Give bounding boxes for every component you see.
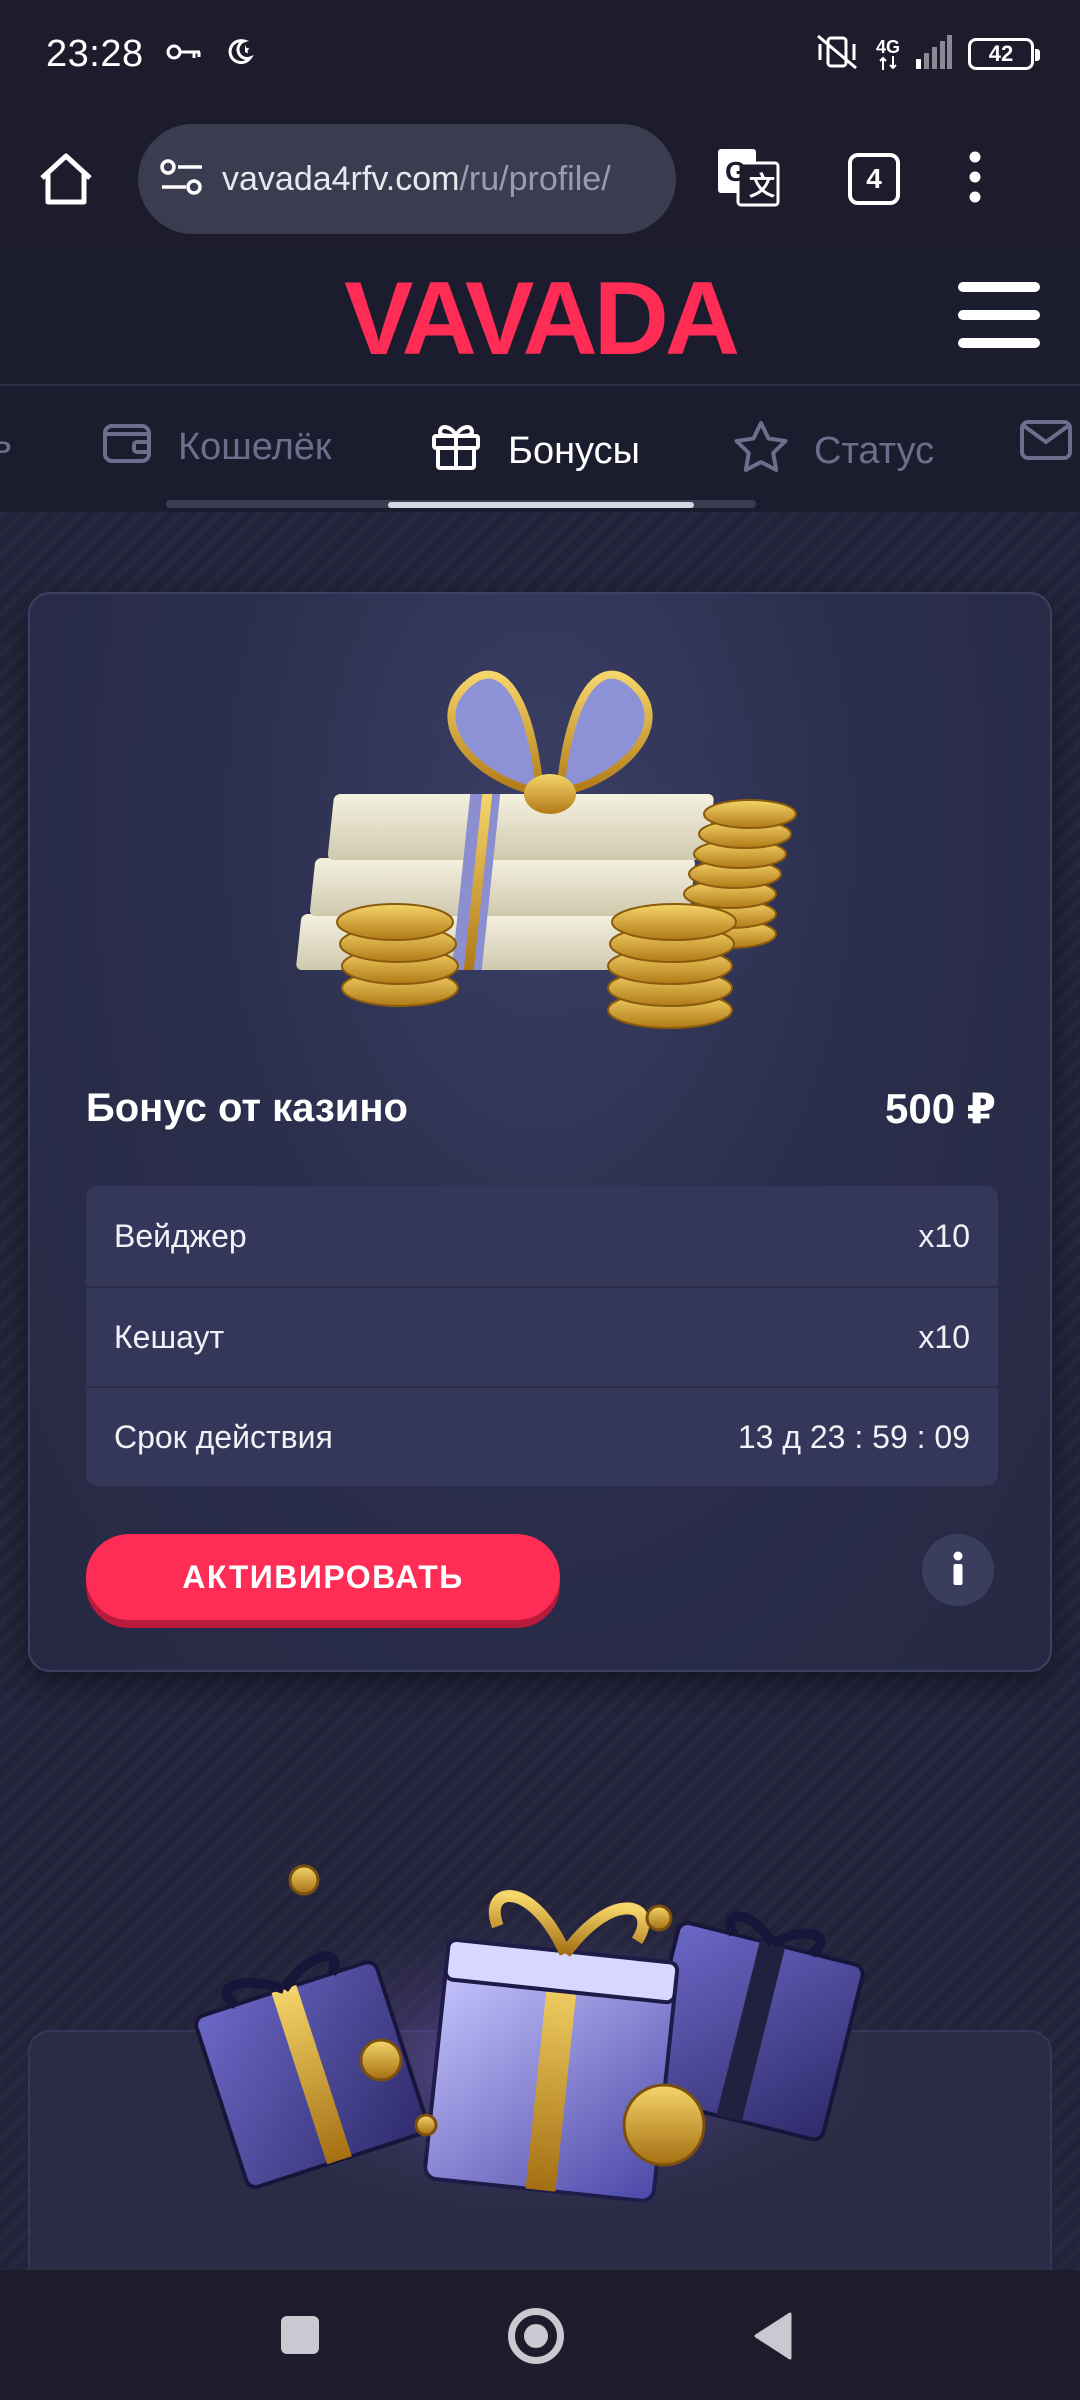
- gift-icon: [430, 420, 482, 482]
- tabs-scrollbar-thumb[interactable]: [388, 502, 694, 508]
- tab-label: Кошелёк: [178, 425, 332, 468]
- svg-text:G: G: [725, 156, 747, 187]
- tab-label: Статус: [814, 429, 935, 472]
- site-settings-icon[interactable]: [160, 157, 204, 202]
- vibrate-off-icon: [814, 32, 860, 77]
- info-icon: [951, 1551, 965, 1590]
- tab-label: ь: [0, 420, 12, 462]
- row-value: x10: [918, 1217, 970, 1254]
- moon-icon: [224, 37, 254, 72]
- url-host: vavada4rfv.com: [222, 159, 460, 198]
- battery-icon: 42: [968, 38, 1040, 70]
- star-icon: [734, 420, 788, 482]
- site-header: VAVADA: [0, 250, 1080, 386]
- bonus-row-expiry: Срок действия 13 д 23 : 59 : 09: [86, 1386, 998, 1486]
- signal-icon: [916, 34, 952, 74]
- url-path: /ru/profile/: [459, 159, 611, 198]
- wallet-icon: [102, 420, 152, 474]
- browser-toolbar: vavada4rfv.com/ru/profile/ G 文 4: [0, 108, 1080, 250]
- vavada-logo[interactable]: VAVADA: [264, 261, 816, 377]
- svg-text:文: 文: [749, 171, 776, 201]
- translate-icon[interactable]: G 文: [716, 147, 780, 212]
- status-time: 23:28: [46, 32, 144, 75]
- back-button[interactable]: [752, 2312, 792, 2365]
- profile-tabs: ь Кошелёк Бонусы Статус: [0, 386, 1080, 512]
- tab-bonuses[interactable]: Бонусы: [430, 420, 640, 482]
- key-icon: [166, 42, 202, 67]
- home-icon[interactable]: [28, 141, 104, 217]
- home-button[interactable]: [508, 2308, 564, 2364]
- more-vert-icon[interactable]: [968, 151, 982, 208]
- tab-switcher-button[interactable]: 4: [848, 153, 900, 205]
- row-label: Кешаут: [114, 1318, 225, 1355]
- row-label: Срок действия: [114, 1418, 333, 1455]
- bonus-amount: 500 ₽: [885, 1085, 996, 1132]
- bonus-row-cashout: Кешаут x10: [86, 1286, 998, 1386]
- tab-status[interactable]: Статус: [734, 420, 934, 482]
- tab-wallet[interactable]: Кошелёк: [102, 420, 332, 474]
- tab-previous-partial[interactable]: ь: [0, 420, 12, 463]
- activate-button[interactable]: АКТИВИРОВАТЬ: [86, 1534, 560, 1620]
- info-button[interactable]: [922, 1534, 994, 1606]
- tab-messages[interactable]: [1020, 420, 1072, 470]
- recents-button[interactable]: [281, 2316, 319, 2354]
- status-bar: 23:28 4G 42: [0, 0, 1080, 108]
- menu-burger-button[interactable]: [954, 280, 1044, 354]
- network-indicator: 4G: [876, 38, 900, 70]
- countdown-timer: 13 д 23 : 59 : 09: [737, 1418, 970, 1455]
- url-text[interactable]: vavada4rfv.com/ru/profile/: [222, 160, 611, 199]
- row-label: Вейджер: [114, 1217, 247, 1254]
- url-bar[interactable]: vavada4rfv.com/ru/profile/: [138, 124, 676, 234]
- logo-text: VAVADA: [344, 272, 738, 364]
- bonus-card: Бонус от казино 500 ₽ Вейджер x10 Кешаут…: [28, 592, 1052, 1672]
- row-value: x10: [918, 1318, 970, 1355]
- mail-icon: [1020, 420, 1072, 470]
- bonus-row-wager: Вейджер x10: [86, 1186, 998, 1286]
- tab-label: Бонусы: [508, 429, 640, 472]
- bonus-title: Бонус от казино: [86, 1086, 408, 1130]
- money-gift-illustration: [270, 644, 870, 1049]
- bonus-details-table: Вейджер x10 Кешаут x10 Срок действия 13 …: [86, 1186, 998, 1486]
- system-nav-bar: [0, 2270, 1080, 2400]
- gift-boxes-illustration: [186, 1830, 906, 2215]
